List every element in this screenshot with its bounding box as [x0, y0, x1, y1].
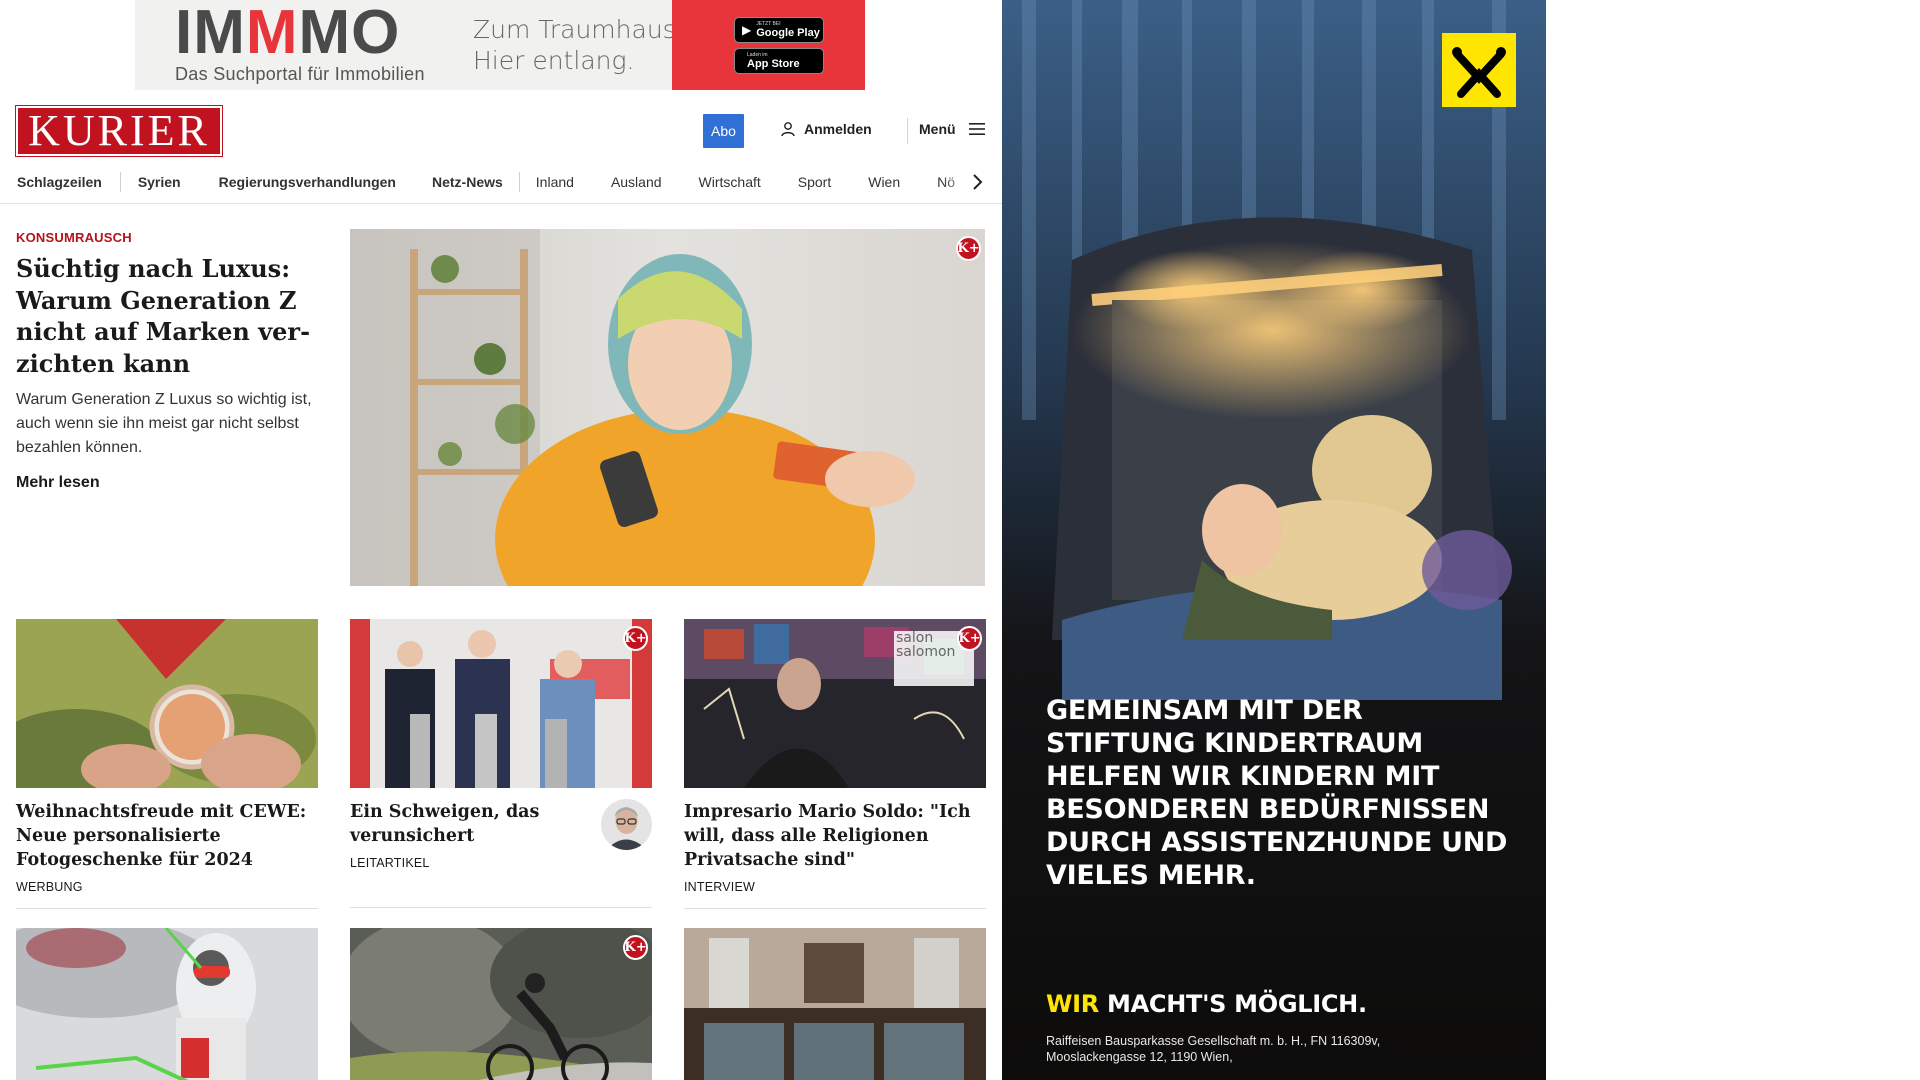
author-avatar	[601, 799, 652, 850]
author-portrait	[601, 799, 652, 850]
article-thumbnail: K+	[350, 619, 652, 788]
hamburger-icon	[968, 123, 985, 135]
premium-badge-text: K+	[624, 940, 647, 955]
nav-item-wien[interactable]: Wien	[868, 174, 900, 190]
side-ad-copy: Gemeinsam mit der Stiftung Kindertraum h…	[1046, 695, 1508, 891]
article-card[interactable]: Weihnachtsfreude mit CEWE: Neue personal…	[16, 619, 318, 909]
article-card[interactable]: salon salomon K+ Impresario Mario Soldo:…	[684, 619, 986, 909]
menu-label: Menü	[919, 121, 956, 137]
premium-badge: K+	[956, 236, 981, 261]
premium-badge: K+	[957, 626, 982, 651]
ad-red-panel: ▶ JETZT BEI Google Play Laden im App Store	[672, 0, 865, 90]
ad-claim-line: Zum Traumhaus?	[473, 15, 689, 44]
login-label: Anmelden	[804, 121, 872, 137]
header-divider	[907, 118, 908, 144]
salon-salomon-overlay: salon salomon	[896, 630, 956, 660]
hero-kicker: KONSUMRAUSCH	[16, 230, 132, 245]
article-thumbnail	[16, 928, 318, 1080]
login-button[interactable]: Anmelden	[780, 121, 872, 137]
nav-item-wirtschaft[interactable]: Wirtschaft	[699, 174, 761, 190]
side-ad[interactable]: Gemeinsam mit der Stiftung Kindertraum h…	[1002, 0, 1546, 1080]
nav-divider	[119, 172, 121, 192]
ad-claim: Zum Traumhaus? Hier entlang.	[473, 14, 689, 76]
nav-item-sport[interactable]: Sport	[798, 174, 831, 190]
cycling-photo	[350, 928, 652, 1080]
logo-part-red: M	[245, 0, 299, 67]
logo-part: IM	[175, 0, 246, 67]
cewe-photo	[16, 619, 318, 788]
badge-text: App Store	[747, 58, 800, 70]
ad-claim-line: Hier entlang.	[473, 46, 635, 75]
card-divider	[350, 907, 652, 908]
article-card[interactable]: K+	[350, 928, 652, 1080]
site-header: KURIER Abo Anmelden Menü	[0, 104, 1002, 160]
hero-image[interactable]: K+	[350, 229, 985, 586]
card-divider	[16, 908, 318, 909]
section-nav: Schlagzeilen Syrien Regierungsverhandlun…	[0, 160, 1002, 204]
premium-badge-text: K+	[624, 631, 647, 646]
user-icon	[781, 122, 795, 137]
slogan-rest: MACHT'S MÖGLICH.	[1107, 990, 1367, 1018]
giebelkreuz-icon	[1452, 47, 1506, 98]
hero-lead: Warum Generation Z Luxus so wichtig ist,…	[16, 391, 312, 456]
politicians-photo	[350, 619, 652, 788]
main-column: IMMMO Das Suchportal für Immobilien Zum …	[0, 0, 1002, 1080]
chevron-right-icon	[973, 174, 983, 190]
side-ad-photo	[1002, 0, 1546, 1080]
article-thumbnail	[684, 928, 986, 1080]
read-more-link[interactable]: Mehr lesen	[16, 474, 322, 492]
immmo-logo: IMMMO	[175, 2, 400, 64]
article-label: LEITARTIKEL	[350, 856, 430, 870]
abo-button[interactable]: Abo	[703, 114, 744, 148]
article-thumbnail	[16, 619, 318, 788]
logo-part: MO	[298, 0, 401, 67]
article-label: WERBUNG	[16, 880, 83, 894]
article-title[interactable]: Weihnachtsfreude mit CEWE: Neue personal…	[16, 800, 318, 872]
hero-photo	[350, 229, 985, 586]
google-play-badge[interactable]: ▶ JETZT BEI Google Play	[734, 17, 824, 43]
article-card[interactable]	[16, 928, 318, 1080]
nav-divider	[518, 172, 520, 192]
kurier-logo[interactable]: KURIER	[15, 105, 223, 157]
article-label: INTERVIEW	[684, 880, 756, 894]
nav-scroll-right-button[interactable]	[968, 170, 988, 194]
immmo-brand: IMMMO Das Suchportal für Immobilien	[135, 0, 470, 90]
slogan-wir: WIR	[1046, 990, 1099, 1018]
hero-title[interactable]: Süchtig nach Luxus: Warum Generation Z n…	[16, 253, 322, 379]
app-store-badge[interactable]: Laden im App Store	[734, 48, 824, 74]
nav-item-schlagzeilen[interactable]: Schlagzeilen	[17, 174, 102, 190]
hero-article-text: KONSUMRAUSCH Süchtig nach Luxus: Warum G…	[16, 230, 322, 492]
museum-photo	[684, 928, 986, 1080]
article-thumbnail: salon salomon K+	[684, 619, 986, 788]
side-ad-legal: Raiffeisen Bausparkasse Gesellschaft m. …	[1046, 1034, 1381, 1064]
side-ad-slogan: WIR MACHT'S MÖGLICH.	[1046, 990, 1367, 1018]
article-card[interactable]	[684, 928, 986, 1080]
play-icon: ▶	[742, 23, 752, 37]
premium-badge: K+	[623, 626, 648, 651]
nav-item-regierungsverhandlungen[interactable]: Regierungsverhandlungen	[219, 174, 396, 190]
ski-photo	[16, 928, 318, 1080]
badge-text: Google Play	[756, 27, 820, 39]
premium-badge-text: K+	[958, 631, 981, 646]
premium-badge: K+	[623, 935, 648, 960]
article-card[interactable]: K+ Ein Schweigen, das verunsichert LEITA…	[350, 619, 652, 908]
raiffeisen-logo[interactable]	[1442, 33, 1516, 107]
card-divider	[684, 908, 986, 909]
nav-items: Schlagzeilen Syrien Regierungsverhandlun…	[17, 160, 955, 204]
article-title[interactable]: Impresario Mario Soldo: "Ich will, dass …	[684, 800, 986, 872]
premium-badge-text: K+	[957, 241, 980, 256]
immmo-tagline: Das Suchportal für Immobilien	[175, 64, 425, 84]
nav-item-netz-news[interactable]: Netz-News	[432, 174, 503, 190]
nav-item-inland[interactable]: Inland	[536, 174, 574, 190]
article-title[interactable]: Ein Schweigen, das verunsichert	[350, 800, 580, 848]
top-banner-ad[interactable]: IMMMO Das Suchportal für Immobilien Zum …	[135, 0, 865, 90]
menu-button[interactable]: Menü	[919, 121, 986, 137]
nav-item-syrien[interactable]: Syrien	[138, 174, 181, 190]
article-thumbnail: K+	[350, 928, 652, 1080]
nav-item-ausland[interactable]: Ausland	[611, 174, 662, 190]
